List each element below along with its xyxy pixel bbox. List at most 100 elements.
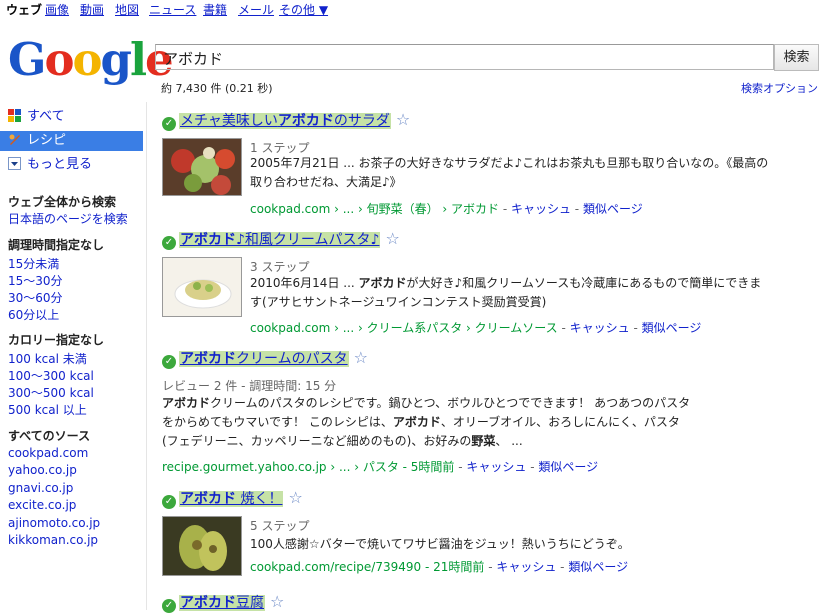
result-title[interactable]: ✓ アボカド豆腐 ☆ <box>162 592 284 613</box>
cache-link[interactable]: キャッシュ <box>570 321 630 335</box>
similar-link[interactable]: 類似ページ <box>583 202 643 216</box>
time-filter-link[interactable]: 15〜30分 <box>8 272 63 289</box>
result-meta: 3 ステップ <box>250 260 310 274</box>
source-filter-link[interactable]: cookpad.com <box>8 446 88 460</box>
recipe-thumbnail[interactable] <box>162 257 242 317</box>
result-stats: 約 7,430 件 (0.21 秒) <box>161 82 273 95</box>
result-title[interactable]: ✓ アボカド 焼く！ ☆ <box>162 488 303 509</box>
checkmark-icon: ✓ <box>162 495 176 509</box>
search-button[interactable]: 検索 <box>774 44 819 71</box>
checkmark-icon: ✓ <box>162 117 176 131</box>
result-meta: 5 ステップ <box>250 519 310 533</box>
calorie-heading: カロリー指定なし <box>8 333 105 347</box>
snippet-keyword: アボカド <box>392 415 441 429</box>
result-meta: レビュー 2 件 - 調理時間: 15 分 <box>162 379 337 393</box>
source-filter-link[interactable]: ajinomoto.co.jp <box>8 516 100 530</box>
calorie-filter-link[interactable]: 500 kcal 以上 <box>8 401 87 418</box>
mode-more-label: もっと見る <box>27 157 93 172</box>
title-keyword: アボカド <box>180 595 236 611</box>
title-keyword: アボカド <box>180 491 236 507</box>
calorie-filter-link[interactable]: 300〜500 kcal <box>8 384 94 401</box>
title-text: ♪和風クリームパスタ♪ <box>236 232 380 248</box>
result-snippet: アボカドクリームのパスタのレシピです。鍋ひとつ、ボウルひとつでできます！ あつあ… <box>162 394 692 451</box>
time-filter-link[interactable]: 30〜60分 <box>8 289 63 306</box>
cite-url: cookpad.com <box>250 202 331 216</box>
recipe-thumbnail[interactable] <box>162 138 242 196</box>
nav-more[interactable]: その他 ▼ <box>279 1 328 18</box>
mode-all-label: すべて <box>27 109 65 124</box>
mode-all[interactable]: すべて <box>8 107 65 127</box>
title-keyword: アボカド <box>180 232 236 248</box>
star-icon[interactable]: ☆ <box>385 229 399 248</box>
star-icon[interactable]: ☆ <box>396 110 410 129</box>
cite-url: cookpad.com <box>250 321 331 335</box>
result-cite: cookpad.com/recipe/739490 - 21時間前 - キャッシ… <box>250 560 629 574</box>
cite-path: - 21時間前 <box>421 560 485 574</box>
snippet-keyword: アボカド <box>358 276 407 290</box>
search-options-link[interactable]: 検索オプション <box>741 80 818 96</box>
title-text: 豆腐 <box>236 595 264 611</box>
result-cite: cookpad.com › ... › クリーム系パスタ › クリームソース -… <box>250 321 702 335</box>
title-text: のサラダ <box>333 113 390 129</box>
checkmark-icon: ✓ <box>162 599 176 613</box>
calorie-filter-link[interactable]: 100 kcal 未満 <box>8 350 87 367</box>
search-input[interactable]: アボカド <box>155 44 774 70</box>
similar-link[interactable]: 類似ページ <box>642 321 702 335</box>
result-title[interactable]: ✓ メチャ美味しいアボカドのサラダ ☆ <box>162 110 410 131</box>
nav-mail[interactable]: メール <box>238 1 274 18</box>
result-title[interactable]: ✓ アボカド♪和風クリームパスタ♪ ☆ <box>162 229 400 250</box>
star-icon[interactable]: ☆ <box>354 348 368 367</box>
star-icon[interactable]: ☆ <box>270 592 284 611</box>
nav-web[interactable]: ウェブ <box>6 1 42 18</box>
result-cite: cookpad.com › ... › 旬野菜（春） › アボカド - キャッシ… <box>250 202 643 216</box>
snippet-text: 、 ... <box>495 434 523 448</box>
title-text: クリームのパスタ <box>236 351 348 367</box>
result-snippet: 100人感謝☆バターで焼いてワサビ醤油をジュッ！熱いうちにどうぞ。 <box>250 537 630 551</box>
recipe-icon <box>8 133 21 146</box>
title-keyword: アボカド <box>277 113 334 129</box>
result-snippet: 2005年7月21日 ... お茶子の大好きなサラダだよ♪これはお茶丸も旦那も取… <box>250 154 770 192</box>
cite-path: › ... › 旬野菜（春） › アボカド <box>330 202 499 216</box>
time-heading: 調理時間指定なし <box>8 238 105 252</box>
calorie-filter-link[interactable]: 100〜300 kcal <box>8 367 94 384</box>
cache-link[interactable]: キャッシュ <box>496 560 556 574</box>
cite-url: recipe.gourmet.yahoo.co.jp <box>162 460 327 474</box>
similar-link[interactable]: 類似ページ <box>568 560 628 574</box>
result-cite: recipe.gourmet.yahoo.co.jp › ... › パスタ -… <box>162 460 599 474</box>
source-filter-link[interactable]: excite.co.jp <box>8 498 76 512</box>
nav-video[interactable]: 動画 <box>80 1 104 18</box>
checkmark-icon: ✓ <box>162 355 176 369</box>
top-navigation: ウェブ 画像 動画 地図 ニュース 書籍 メール その他 ▼ <box>0 0 826 18</box>
cache-link[interactable]: キャッシュ <box>466 460 526 474</box>
snippet-date: 2005年7月21日 <box>250 156 340 170</box>
source-filter-link[interactable]: yahoo.co.jp <box>8 463 77 477</box>
checkmark-icon: ✓ <box>162 236 176 250</box>
nav-books[interactable]: 書籍 <box>203 1 227 18</box>
result-title[interactable]: ✓ アボカドクリームのパスタ ☆ <box>162 348 368 369</box>
star-icon[interactable]: ☆ <box>288 488 302 507</box>
recipe-thumbnail[interactable] <box>162 516 242 576</box>
result-snippet: 2010年6月14日 ... アボカドが大好き♪和風クリームソースも冷蔵庫にある… <box>250 276 762 309</box>
nav-images[interactable]: 画像 <box>45 1 69 18</box>
web-search-heading: ウェブ全体から検索 <box>8 195 117 209</box>
japanese-pages-link[interactable]: 日本語のページを検索 <box>8 210 128 227</box>
cite-path: › ... › クリーム系パスタ › クリームソース <box>330 321 558 335</box>
mode-more[interactable]: もっと見る <box>8 155 92 175</box>
time-filter-link[interactable]: 15分未満 <box>8 255 59 272</box>
google-squares-icon <box>8 109 21 122</box>
nav-maps[interactable]: 地図 <box>115 1 139 18</box>
snippet-date: 2010年6月14日 <box>250 276 340 290</box>
source-filter-link[interactable]: gnavi.co.jp <box>8 481 73 495</box>
title-keyword: アボカド <box>180 351 236 367</box>
title-text: 焼く！ <box>236 491 283 507</box>
sidebar-divider <box>146 102 147 610</box>
mode-recipes[interactable]: レシピ <box>0 131 143 151</box>
source-filter-link[interactable]: kikkoman.co.jp <box>8 533 98 547</box>
google-logo[interactable]: Google <box>8 32 174 88</box>
source-heading: すべてのソース <box>8 429 91 443</box>
cache-link[interactable]: キャッシュ <box>511 202 571 216</box>
nav-news[interactable]: ニュース <box>149 1 196 18</box>
similar-link[interactable]: 類似ページ <box>538 460 598 474</box>
dropdown-arrow-icon <box>8 157 21 170</box>
time-filter-link[interactable]: 60分以上 <box>8 306 59 323</box>
